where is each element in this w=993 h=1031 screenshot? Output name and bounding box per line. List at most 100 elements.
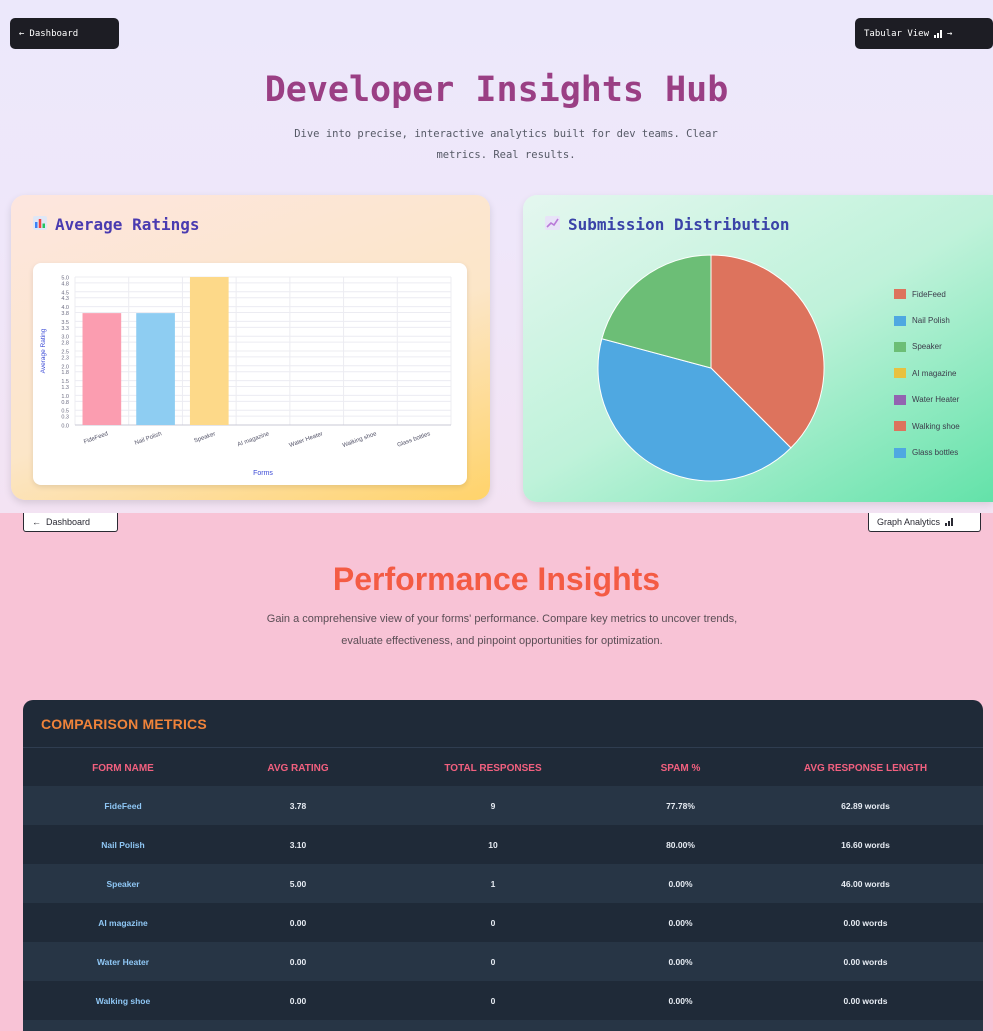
dashboard-button-secondary[interactable]: ← Dashboard <box>23 513 118 532</box>
bar-chart-icon <box>33 215 47 234</box>
legend-item[interactable]: Nail Polish <box>894 307 960 333</box>
y-tick-label: 4.5 <box>61 290 69 296</box>
spam-cell: 0.00% <box>668 917 693 928</box>
submission-distribution-header: Submission Distribution <box>545 215 790 234</box>
y-tick-label: 2.8 <box>61 341 69 347</box>
table-header-row: FORM NAME AVG RATING TOTAL RESPONSES SPA… <box>23 750 983 786</box>
developer-insights-section: ← Dashboard Tabular View → Developer Ins… <box>0 0 993 513</box>
y-axis-title: Average Rating <box>40 328 47 373</box>
dashboard-button-label: Dashboard <box>46 517 91 527</box>
y-tick-label: 4.3 <box>61 296 69 302</box>
spam-cell: 0.00% <box>668 956 693 967</box>
column-header-spam[interactable]: SPAM % <box>613 750 748 786</box>
total-responses-cell: 10 <box>488 839 498 850</box>
form-name-cell[interactable] <box>23 1020 223 1031</box>
legend-label: Water Heater <box>912 395 960 405</box>
x-tick-label: Nail Polish <box>134 431 163 446</box>
y-tick-label: 1.0 <box>61 394 69 400</box>
legend-label: Walking shoe <box>912 421 960 431</box>
bar[interactable] <box>136 313 175 425</box>
legend-item[interactable]: Walking shoe <box>894 413 960 439</box>
column-header-form-name[interactable]: FORM NAME <box>23 750 223 786</box>
y-tick-label: 4.8 <box>61 281 69 287</box>
avg-length-cell <box>748 1020 983 1031</box>
bar[interactable] <box>82 313 122 425</box>
legend-label: AI magazine <box>912 368 957 378</box>
x-tick-label: Speaker <box>193 431 216 444</box>
arrow-left-icon: ← <box>32 517 41 527</box>
total-responses-cell <box>373 1020 613 1031</box>
table-row[interactable]: AI magazine 0.00 0 0.00% 0.00 words <box>23 903 983 942</box>
avg-rating-cell: 3.78 <box>289 800 307 811</box>
legend-swatch <box>894 447 906 458</box>
dashboard-button[interactable]: ← Dashboard <box>10 18 119 49</box>
bar[interactable] <box>189 277 229 425</box>
submission-pie-chart[interactable] <box>591 248 831 488</box>
legend-label: Speaker <box>912 342 942 352</box>
ratings-bar-chart[interactable]: 0.0 0.30.5 0.81.0 1.31.5 1.82.0 2.32.5 2.83.0 3… <box>33 263 467 485</box>
y-tick-label: 0.0 <box>61 424 69 430</box>
legend-item[interactable]: FideFeed <box>894 281 960 307</box>
table-row[interactable] <box>23 1020 983 1031</box>
x-tick-label: Walking shoe <box>342 431 378 449</box>
avg-rating-cell: 0.00 <box>289 917 307 928</box>
legend-item[interactable]: Glass bottles <box>894 439 960 465</box>
y-tick-label: 3.3 <box>61 326 69 332</box>
legend-item[interactable]: AI magazine <box>894 360 960 386</box>
x-tick-label: AI magazine <box>237 431 271 448</box>
table-row[interactable]: Walking shoe 0.00 0 0.00% 0.00 words <box>23 981 983 1020</box>
performance-insights-section: ← Dashboard Graph Analytics Performance … <box>0 513 993 1031</box>
column-header-avg-rating[interactable]: AVG RATING <box>223 750 373 786</box>
y-tick-label: 3.0 <box>61 335 69 341</box>
form-name-cell[interactable]: Water Heater <box>23 942 223 981</box>
avg-rating-cell <box>223 1020 373 1031</box>
total-responses-cell: 1 <box>490 878 496 889</box>
legend-swatch <box>894 368 906 379</box>
arrow-right-icon: → <box>947 28 953 39</box>
tabular-view-button[interactable]: Tabular View → <box>855 18 993 49</box>
dashboard-button-label: Dashboard <box>29 28 79 39</box>
column-header-total-responses[interactable]: TOTAL RESPONSES <box>373 750 613 786</box>
avg-rating-cell: 3.10 <box>289 839 307 850</box>
y-tick-label: 1.8 <box>61 370 69 376</box>
avg-length-cell: 16.60 words <box>841 839 890 850</box>
table-row[interactable]: FideFeed 3.78 9 77.78% 62.89 words <box>23 786 983 825</box>
metrics-table: FORM NAME AVG RATING TOTAL RESPONSES SPA… <box>23 750 983 1031</box>
page-title: Developer Insights Hub <box>264 70 729 110</box>
form-name-cell[interactable]: Nail Polish <box>23 825 223 864</box>
legend-swatch <box>894 394 906 405</box>
avg-rating-cell: 0.00 <box>289 995 307 1006</box>
average-ratings-title: Average Ratings <box>55 215 200 234</box>
signal-bars-icon <box>934 29 943 38</box>
form-name-cell[interactable]: Speaker <box>23 864 223 903</box>
legend-item[interactable]: Water Heater <box>894 387 960 413</box>
y-tick-label: 5.0 <box>61 276 69 282</box>
form-name-cell[interactable]: FideFeed <box>23 786 223 825</box>
total-responses-cell: 0 <box>490 956 496 967</box>
column-header-avg-response-length[interactable]: AVG RESPONSE LENGTH <box>748 750 983 786</box>
avg-length-cell: 0.00 words <box>843 995 888 1006</box>
x-axis-title: Forms <box>253 470 273 477</box>
table-row[interactable]: Speaker 5.00 1 0.00% 46.00 words <box>23 864 983 903</box>
table-row[interactable]: Nail Polish 3.10 10 80.00% 16.60 words <box>23 825 983 864</box>
y-tick-label: 3.5 <box>61 320 69 326</box>
table-row[interactable]: Water Heater 0.00 0 0.00% 0.00 words <box>23 942 983 981</box>
form-name-cell[interactable]: AI magazine <box>23 903 223 942</box>
performance-title: Performance Insights <box>332 561 661 597</box>
graph-analytics-button[interactable]: Graph Analytics <box>868 513 981 532</box>
signal-bars-icon <box>945 518 954 526</box>
legend-swatch <box>894 341 906 352</box>
x-tick-label: Glass bottles <box>397 431 432 449</box>
y-tick-label: 0.5 <box>61 409 69 415</box>
arrow-left-icon: ← <box>19 28 25 39</box>
trend-chart-icon <box>545 215 560 234</box>
legend-swatch <box>894 315 906 326</box>
spam-cell: 80.00% <box>666 839 695 850</box>
form-name-cell[interactable]: Walking shoe <box>23 981 223 1020</box>
y-tick-label: 0.3 <box>61 415 69 421</box>
average-ratings-header: Average Ratings <box>33 215 200 234</box>
comparison-metrics-panel: COMPARISON METRICS FORM NAME AVG RATING … <box>23 700 983 1031</box>
spam-cell: 0.00% <box>668 878 693 889</box>
legend-item[interactable]: Speaker <box>894 334 960 360</box>
tabular-view-label: Tabular View <box>864 28 930 39</box>
